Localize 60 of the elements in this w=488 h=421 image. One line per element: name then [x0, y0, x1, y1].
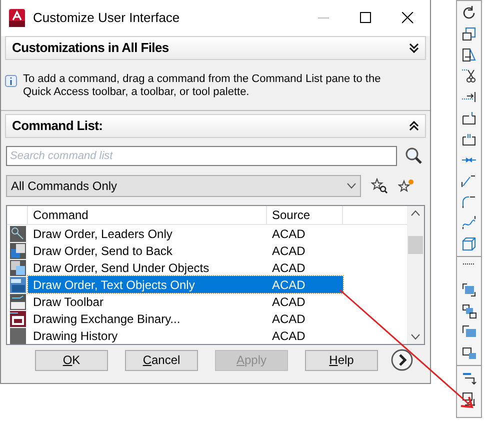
table-cell-text: ACAD: [271, 294, 306, 310]
panel-header[interactable]: Customizations in All Files: [5, 36, 426, 60]
command-icon: [10, 260, 26, 276]
expand-icon[interactable]: [409, 43, 419, 53]
table-cell-text: Draw Order, Send to Back: [32, 242, 174, 260]
table-cell-text: Draw Order, Send Under Objects: [32, 260, 210, 276]
star-search-icon[interactable]: [371, 178, 388, 194]
table-row[interactable]: Draw Order, Send Under Objects ACAD: [28, 259, 343, 276]
table-cell-text: ACAD: [271, 242, 306, 260]
table-cell-text: ACAD: [271, 260, 306, 276]
column-header[interactable]: Source: [267, 206, 343, 224]
arrow-right-icon[interactable]: [391, 349, 413, 371]
table-row[interactable]: Drawing History ACAD: [28, 327, 343, 344]
window-title: Customize User Interface: [33, 9, 181, 28]
filter-dropdown[interactable]: All Commands Only: [6, 175, 361, 197]
command-icon: [10, 242, 26, 258]
scroll-down-icon[interactable]: [411, 334, 420, 340]
3d-box-icon[interactable]: [461, 236, 477, 252]
command-icon: [10, 310, 26, 326]
table-cell-text: ACAD: [271, 276, 306, 294]
app-logo-icon: [9, 9, 25, 27]
table-cell-text: Draw Toolbar: [32, 294, 104, 310]
table-cell-text: ACAD: [271, 226, 306, 242]
panel-header[interactable]: Command List:: [5, 114, 426, 138]
table-row[interactable]: Drawing Exchange Binary... ACAD: [28, 310, 343, 327]
trim-icon[interactable]: [461, 68, 477, 84]
search-field[interactable]: Search command list: [6, 146, 397, 166]
command-icon: [10, 276, 26, 292]
dialog-button[interactable]: OK: [35, 350, 108, 370]
info-icon: [5, 75, 17, 87]
info-text: To add a command, drag a command from the Command List pane to the Quick Access toolbar, a toolbar, or tool palette.: [23, 73, 382, 99]
command-icon: [10, 226, 26, 242]
maximize-icon[interactable]: [360, 12, 372, 24]
chevron-down-icon: [347, 183, 356, 189]
scrollbar[interactable]: [407, 206, 424, 344]
dialog-button[interactable]: Cancel: [125, 350, 198, 370]
table-row[interactable]: Draw Order, Send to Back ACAD: [28, 242, 343, 259]
close-icon[interactable]: [402, 12, 414, 24]
scroll-up-icon[interactable]: [411, 210, 420, 216]
column-header[interactable]: Command: [28, 206, 267, 224]
table-row[interactable]: Draw Toolbar ACAD: [28, 293, 343, 310]
command-icon: [10, 328, 26, 344]
table-cell-text: Drawing Exchange Binary...: [32, 310, 182, 328]
scroll-thumb[interactable]: [408, 236, 423, 254]
search-icon[interactable]: [405, 147, 423, 165]
panel-title: Command List:: [12, 117, 103, 136]
table-row[interactable]: Draw Order, Text Objects Only ACAD: [28, 276, 343, 293]
panel-title: Customizations in All Files: [12, 39, 169, 58]
star-new-icon[interactable]: [398, 178, 415, 194]
table-cell-text: ACAD: [271, 328, 306, 344]
table-cell-text: Drawing History: [32, 328, 119, 344]
table-row[interactable]: Draw Order, Leaders Only ACAD: [28, 225, 343, 242]
collapse-icon[interactable]: [409, 121, 419, 131]
command-icon: [10, 294, 26, 310]
dialog-button[interactable]: Help: [305, 350, 378, 370]
table-cell-text: Draw Order, Leaders Only: [32, 226, 174, 242]
scale-icon[interactable]: [461, 26, 477, 42]
rotate-icon[interactable]: [461, 5, 477, 21]
table-cell-text: Draw Order, Text Objects Only: [32, 276, 196, 294]
table-cell-text: ACAD: [271, 310, 306, 328]
